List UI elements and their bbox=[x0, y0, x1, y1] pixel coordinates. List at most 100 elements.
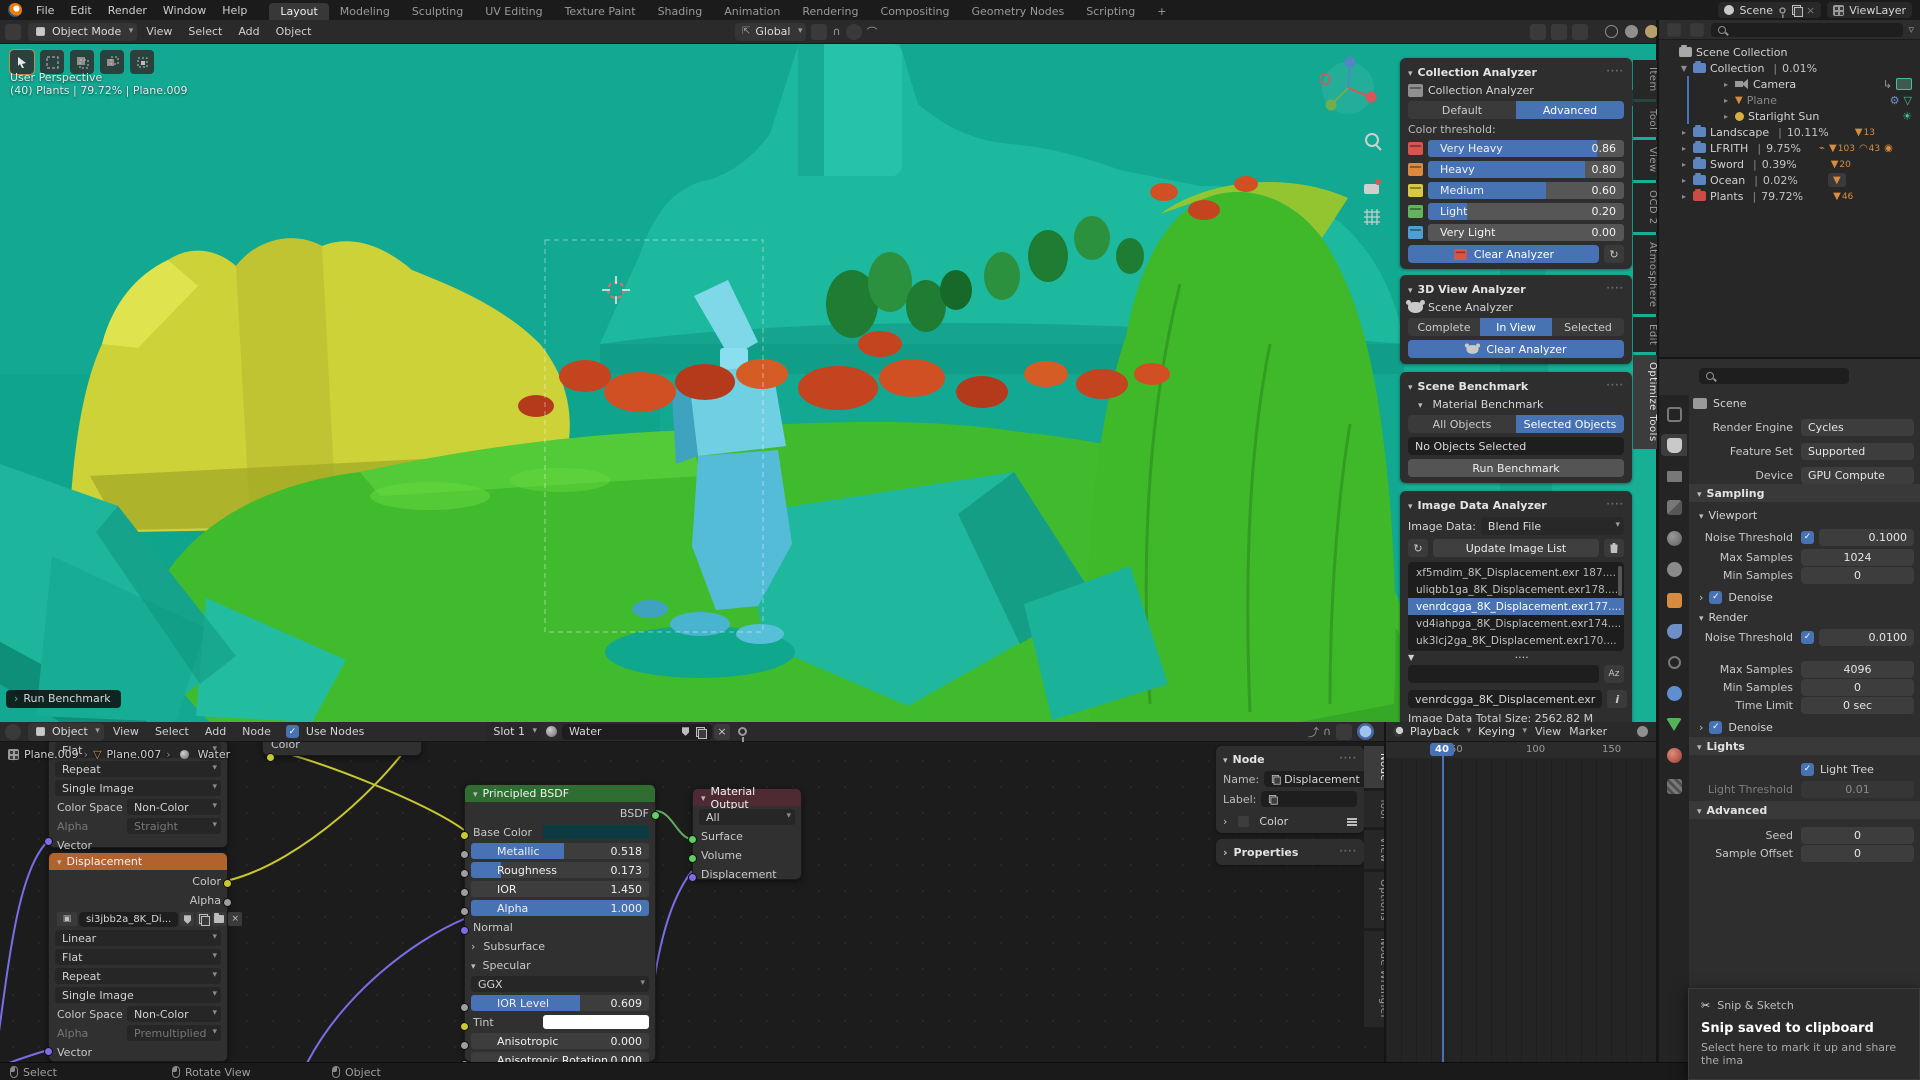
color-space-dropdown[interactable]: Non-Color bbox=[127, 799, 221, 815]
time-limit-value[interactable]: 0 sec bbox=[1801, 697, 1914, 714]
fake-user-shield-icon[interactable] bbox=[682, 727, 689, 736]
menu-edit[interactable]: Edit bbox=[62, 4, 99, 17]
workspace-tab-animation[interactable]: Animation bbox=[713, 3, 791, 20]
ior-field[interactable]: IOR1.450 bbox=[471, 881, 649, 897]
viewport-menu-object[interactable]: Object bbox=[269, 23, 319, 40]
use-nodes-checkbox[interactable] bbox=[286, 725, 299, 738]
noise-threshold-checkbox-2[interactable] bbox=[1801, 631, 1814, 644]
device-dropdown[interactable]: GPU Compute bbox=[1801, 467, 1914, 484]
tab-physics[interactable] bbox=[1661, 682, 1687, 704]
update-image-list-button[interactable]: Update Image List bbox=[1433, 539, 1599, 557]
mode-advanced-button[interactable]: Advanced bbox=[1516, 101, 1624, 119]
fake-user-shield-icon[interactable] bbox=[180, 912, 194, 926]
color-space-dropdown[interactable]: Non-Color bbox=[127, 1006, 221, 1022]
volume-socket[interactable] bbox=[688, 854, 697, 863]
sort-alpha-icon[interactable]: Az bbox=[1604, 665, 1624, 683]
noise-threshold-value[interactable]: 0.1000 bbox=[1819, 529, 1914, 546]
falloff-curve-icon[interactable]: ⌒ bbox=[867, 24, 878, 40]
metallic-socket[interactable] bbox=[460, 850, 469, 859]
shader-type-dropdown[interactable]: Object bbox=[28, 723, 104, 741]
all-objects-button[interactable]: All Objects bbox=[1408, 415, 1516, 433]
viewport-menu-view[interactable]: View bbox=[139, 23, 179, 40]
editor-type-icon[interactable] bbox=[1393, 726, 1403, 736]
tab-tool[interactable] bbox=[1661, 403, 1687, 425]
scope-selected-button[interactable]: Selected bbox=[1552, 318, 1624, 336]
tab-texture[interactable] bbox=[1661, 775, 1687, 797]
pin-icon[interactable] bbox=[738, 727, 747, 736]
node-displacement-texture[interactable]: Displacement Color Alpha ▣ si3jbb2a_8K_D… bbox=[48, 852, 228, 1062]
scope-in-view-button[interactable]: In View bbox=[1480, 318, 1552, 336]
open-folder-icon[interactable] bbox=[212, 912, 226, 926]
min-samples-value[interactable]: 0 bbox=[1801, 567, 1914, 584]
timeline-grid[interactable] bbox=[1386, 758, 1656, 1062]
viewport-menu-select[interactable]: Select bbox=[181, 23, 229, 40]
target-dropdown[interactable]: All bbox=[699, 809, 795, 825]
panel-grip-icon[interactable] bbox=[1606, 67, 1624, 77]
bsdf-output-socket[interactable] bbox=[651, 811, 660, 820]
workspace-tab-geometry-nodes[interactable]: Geometry Nodes bbox=[960, 3, 1075, 20]
material-icon[interactable] bbox=[546, 726, 557, 737]
list-item[interactable]: uk3lcj2ga_8K_Displacement.exr170.... bbox=[1408, 632, 1624, 649]
tool-select-circle[interactable] bbox=[100, 50, 124, 74]
anisotropic-rotation-socket[interactable] bbox=[460, 1060, 469, 1062]
mode-dropdown[interactable]: Object Mode bbox=[28, 23, 137, 41]
magnet-icon[interactable]: ∩ bbox=[1323, 725, 1331, 738]
tab-output[interactable] bbox=[1661, 465, 1687, 487]
tab-particles[interactable] bbox=[1661, 651, 1687, 673]
node-menu-node[interactable]: Node bbox=[235, 723, 278, 740]
breadcrumb-material[interactable]: Water bbox=[198, 748, 231, 761]
alpha-slider[interactable]: Alpha1.000 bbox=[471, 900, 649, 916]
threshold-slider-medium[interactable]: Medium0.60 bbox=[1428, 182, 1624, 199]
image-data-source-dropdown[interactable]: Blend File bbox=[1481, 517, 1624, 535]
tab-scene[interactable] bbox=[1661, 527, 1687, 549]
run-benchmark-button[interactable]: Run Benchmark bbox=[1408, 459, 1624, 477]
breadcrumb-mesh[interactable]: Plane.007 bbox=[107, 748, 162, 761]
section-advanced[interactable]: Advanced bbox=[1689, 801, 1920, 819]
menu-file[interactable]: File bbox=[28, 4, 62, 17]
xray-toggle-icon[interactable] bbox=[1572, 24, 1588, 40]
timeline-menu-view[interactable]: View bbox=[1531, 723, 1565, 740]
refresh-list-icon[interactable]: ↻ bbox=[1408, 539, 1428, 557]
distribution-dropdown[interactable]: GGX bbox=[471, 976, 649, 992]
filter-toggle-icon[interactable]: ▼ bbox=[1408, 653, 1414, 662]
filter-search-input[interactable] bbox=[1408, 665, 1599, 683]
breadcrumb-object[interactable]: Plane.009 bbox=[24, 748, 79, 761]
copy-icon[interactable] bbox=[196, 912, 210, 926]
vector-socket[interactable] bbox=[44, 1047, 53, 1056]
overlays-toggle-icon[interactable] bbox=[1551, 24, 1567, 40]
mode-default-button[interactable]: Default bbox=[1408, 101, 1516, 119]
outliner-filter-icon[interactable] bbox=[1690, 23, 1704, 37]
forward-arrow-icon[interactable]: ↳ bbox=[1883, 78, 1892, 91]
tab-world[interactable] bbox=[1661, 558, 1687, 580]
tint-socket[interactable] bbox=[460, 1022, 469, 1031]
parent-arrow-icon[interactable]: ⤴ bbox=[1308, 724, 1319, 740]
shader-node-editor[interactable]: Flat Repeat Single Image Color SpaceNon-… bbox=[0, 722, 1384, 1062]
base-color-swatch[interactable] bbox=[543, 825, 649, 839]
properties-search-input[interactable] bbox=[1699, 368, 1849, 384]
list-item-selected[interactable]: venrdcgga_8K_Displacement.exr177.... bbox=[1408, 598, 1624, 615]
material-benchmark-label[interactable]: Material Benchmark bbox=[1433, 398, 1544, 411]
threshold-slider-very-light[interactable]: Very Light0.00 bbox=[1428, 224, 1624, 241]
ior-level-slider[interactable]: IOR Level0.609 bbox=[471, 995, 649, 1011]
shading-preview-icon[interactable] bbox=[1360, 726, 1372, 738]
sample-offset-value[interactable]: 0 bbox=[1801, 845, 1914, 862]
source-dropdown[interactable]: Single Image bbox=[55, 780, 221, 796]
workspace-tab-layout[interactable]: Layout bbox=[269, 3, 328, 20]
scope-complete-button[interactable]: Complete bbox=[1408, 318, 1480, 336]
outliner-filter-funnel-icon[interactable]: ▿ bbox=[1908, 23, 1914, 36]
outliner-row-sword[interactable]: ▸Sword0.39%▼20 bbox=[1665, 156, 1916, 172]
anisotropic-slider[interactable]: Anisotropic0.000 bbox=[471, 1033, 649, 1049]
info-icon[interactable]: i bbox=[1607, 690, 1627, 708]
outliner-row-camera[interactable]: ▸Camera↳ bbox=[1687, 76, 1916, 92]
keying-menu[interactable]: Keying bbox=[1475, 723, 1531, 741]
subsection-render[interactable]: Render bbox=[1709, 611, 1748, 624]
outliner-row-scene-collection[interactable]: Scene Collection bbox=[1665, 44, 1916, 60]
threshold-slider-very-heavy[interactable]: Very Heavy0.86 bbox=[1428, 140, 1624, 157]
node-principled-bsdf[interactable]: Principled BSDF BSDF Base Color Metallic… bbox=[464, 784, 656, 1062]
current-frame-badge[interactable]: 40 bbox=[1430, 743, 1454, 756]
max-samples-value[interactable]: 1024 bbox=[1801, 549, 1914, 566]
alpha-dropdown[interactable]: Premultiplied bbox=[127, 1025, 221, 1041]
outliner-row-landscape[interactable]: ▸Landscape10.11%▼13 bbox=[1665, 124, 1916, 140]
seed-value[interactable]: 0 bbox=[1801, 827, 1914, 844]
workspace-tab-uv-editing[interactable]: UV Editing bbox=[474, 3, 553, 20]
